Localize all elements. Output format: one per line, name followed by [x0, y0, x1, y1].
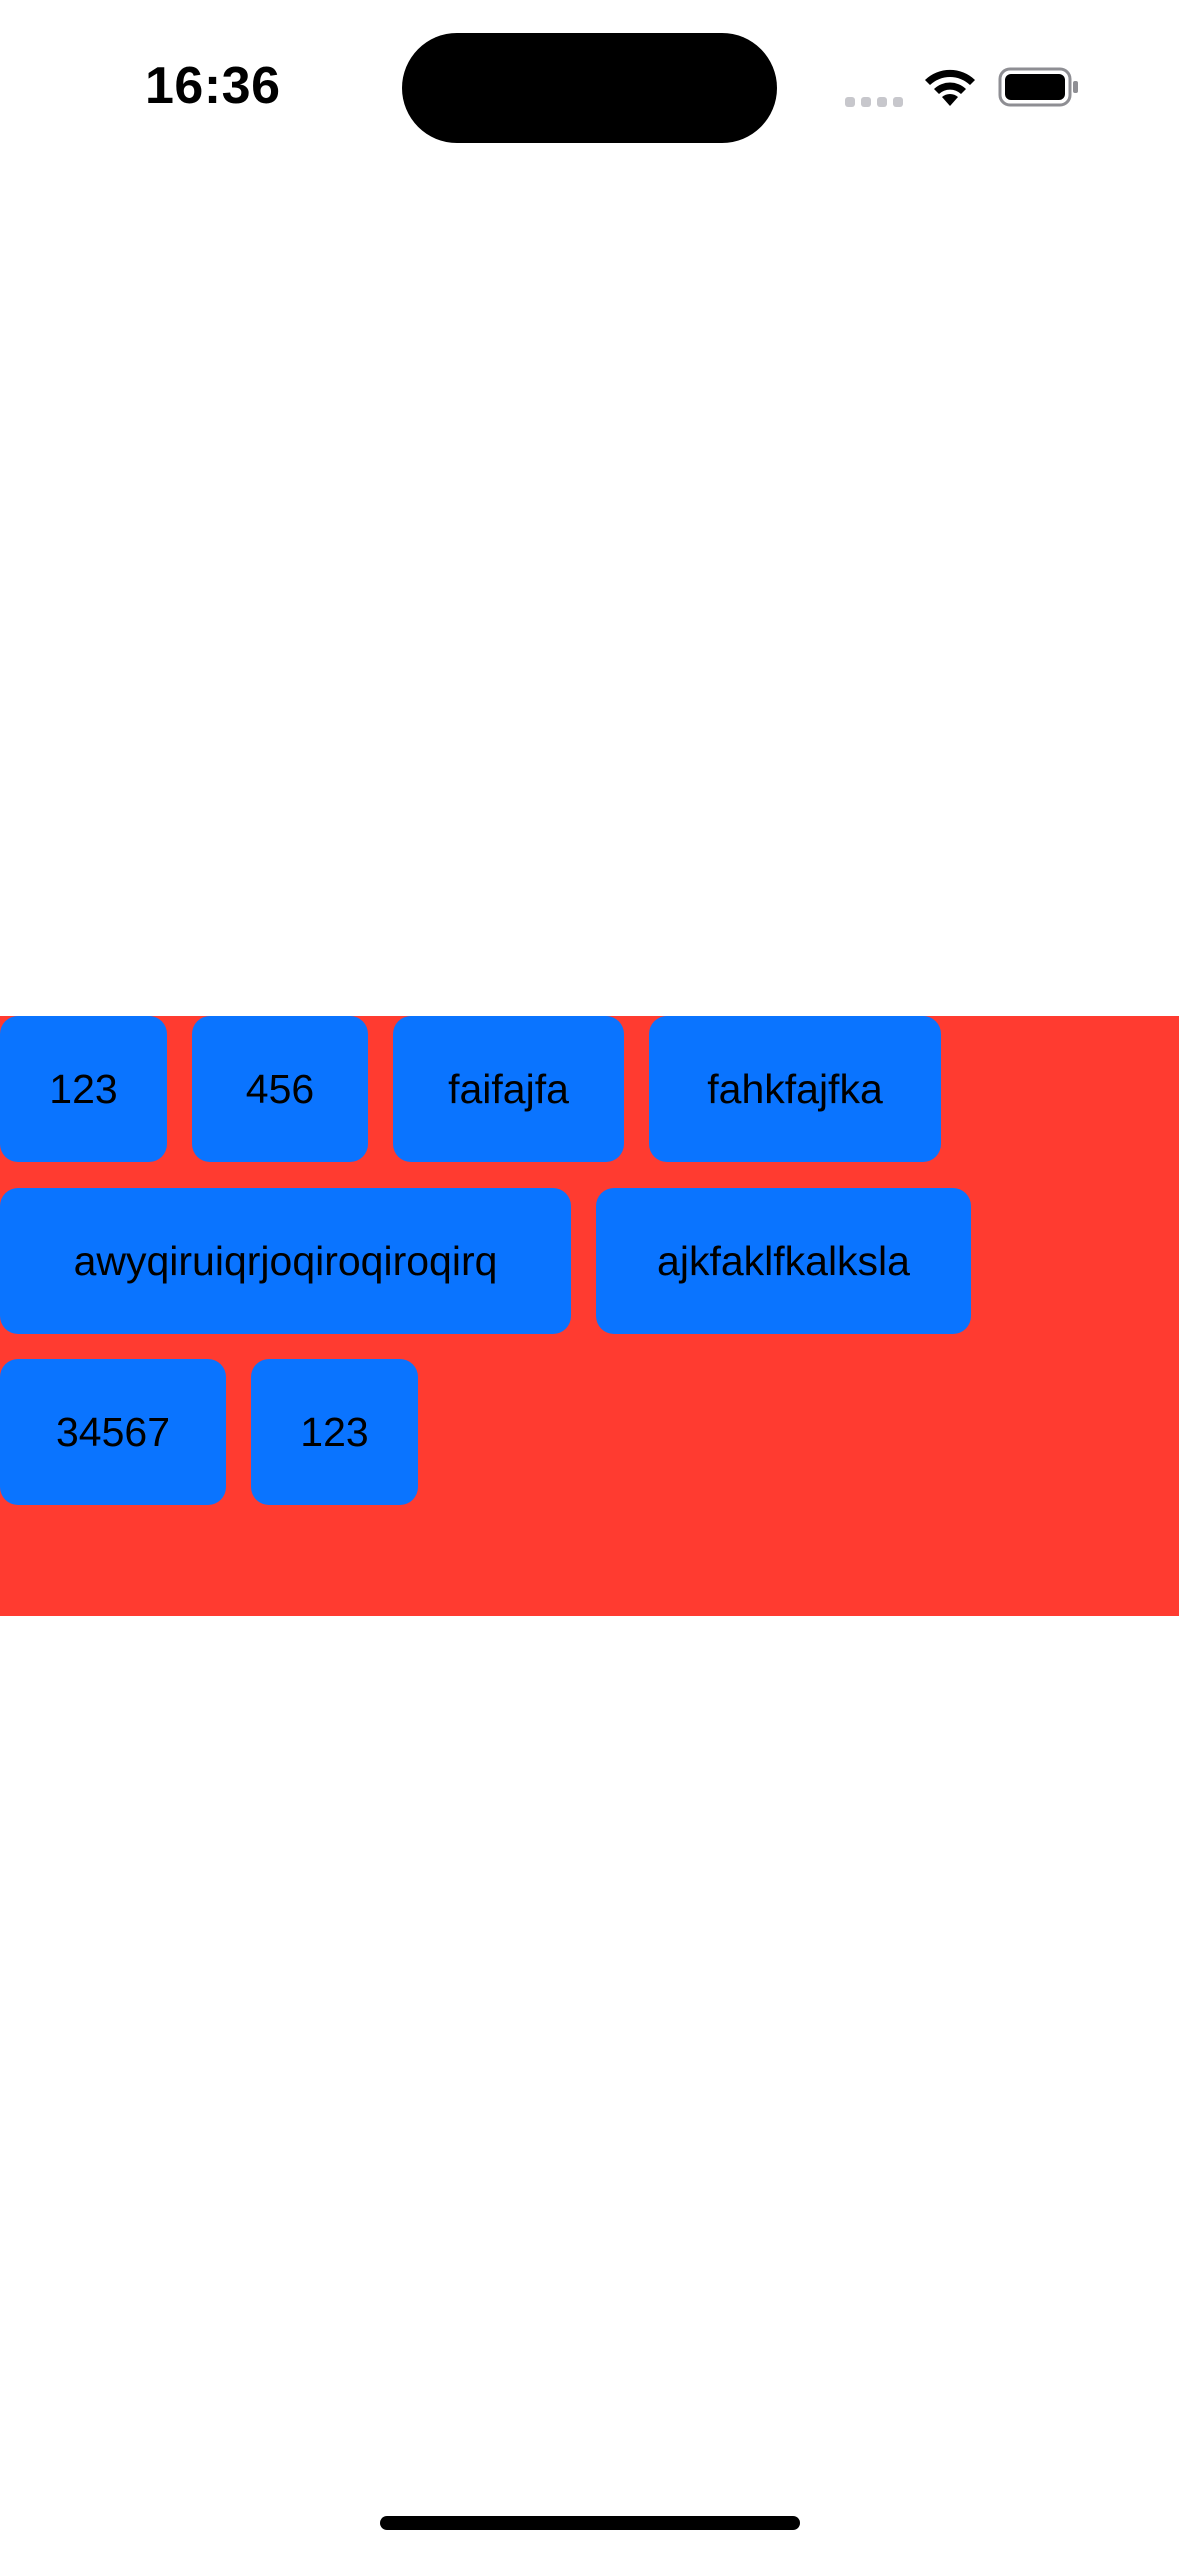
wifi-icon: [925, 69, 975, 106]
dynamic-island: [402, 33, 777, 143]
tag-button-123[interactable]: 123: [0, 1016, 167, 1162]
battery-icon: [998, 67, 1078, 107]
tag-button-fahkfajfka[interactable]: fahkfajfka: [649, 1016, 941, 1162]
tag-panel: 123 456 faifajfa fahkfajfka awyqiruiqrjo…: [0, 1016, 1179, 1616]
tag-button-faifajfa[interactable]: faifajfa: [393, 1016, 624, 1162]
tag-button-123-second[interactable]: 123: [251, 1359, 418, 1505]
home-indicator[interactable]: [380, 2516, 800, 2530]
tag-button-awyqiruiqrjoqiroqiroqirq[interactable]: awyqiruiqrjoqiroqiroqirq: [0, 1188, 571, 1334]
tag-button-34567[interactable]: 34567: [0, 1359, 226, 1505]
tag-button-ajkfaklfkalksla[interactable]: ajkfaklfkalksla: [596, 1188, 971, 1334]
cellular-signal-icon: [845, 95, 905, 109]
status-time: 16:36: [145, 57, 281, 115]
tag-button-456[interactable]: 456: [192, 1016, 368, 1162]
screen: 16:36 123 456 faifajfa fahkfajfka awyqir…: [0, 0, 1179, 2556]
